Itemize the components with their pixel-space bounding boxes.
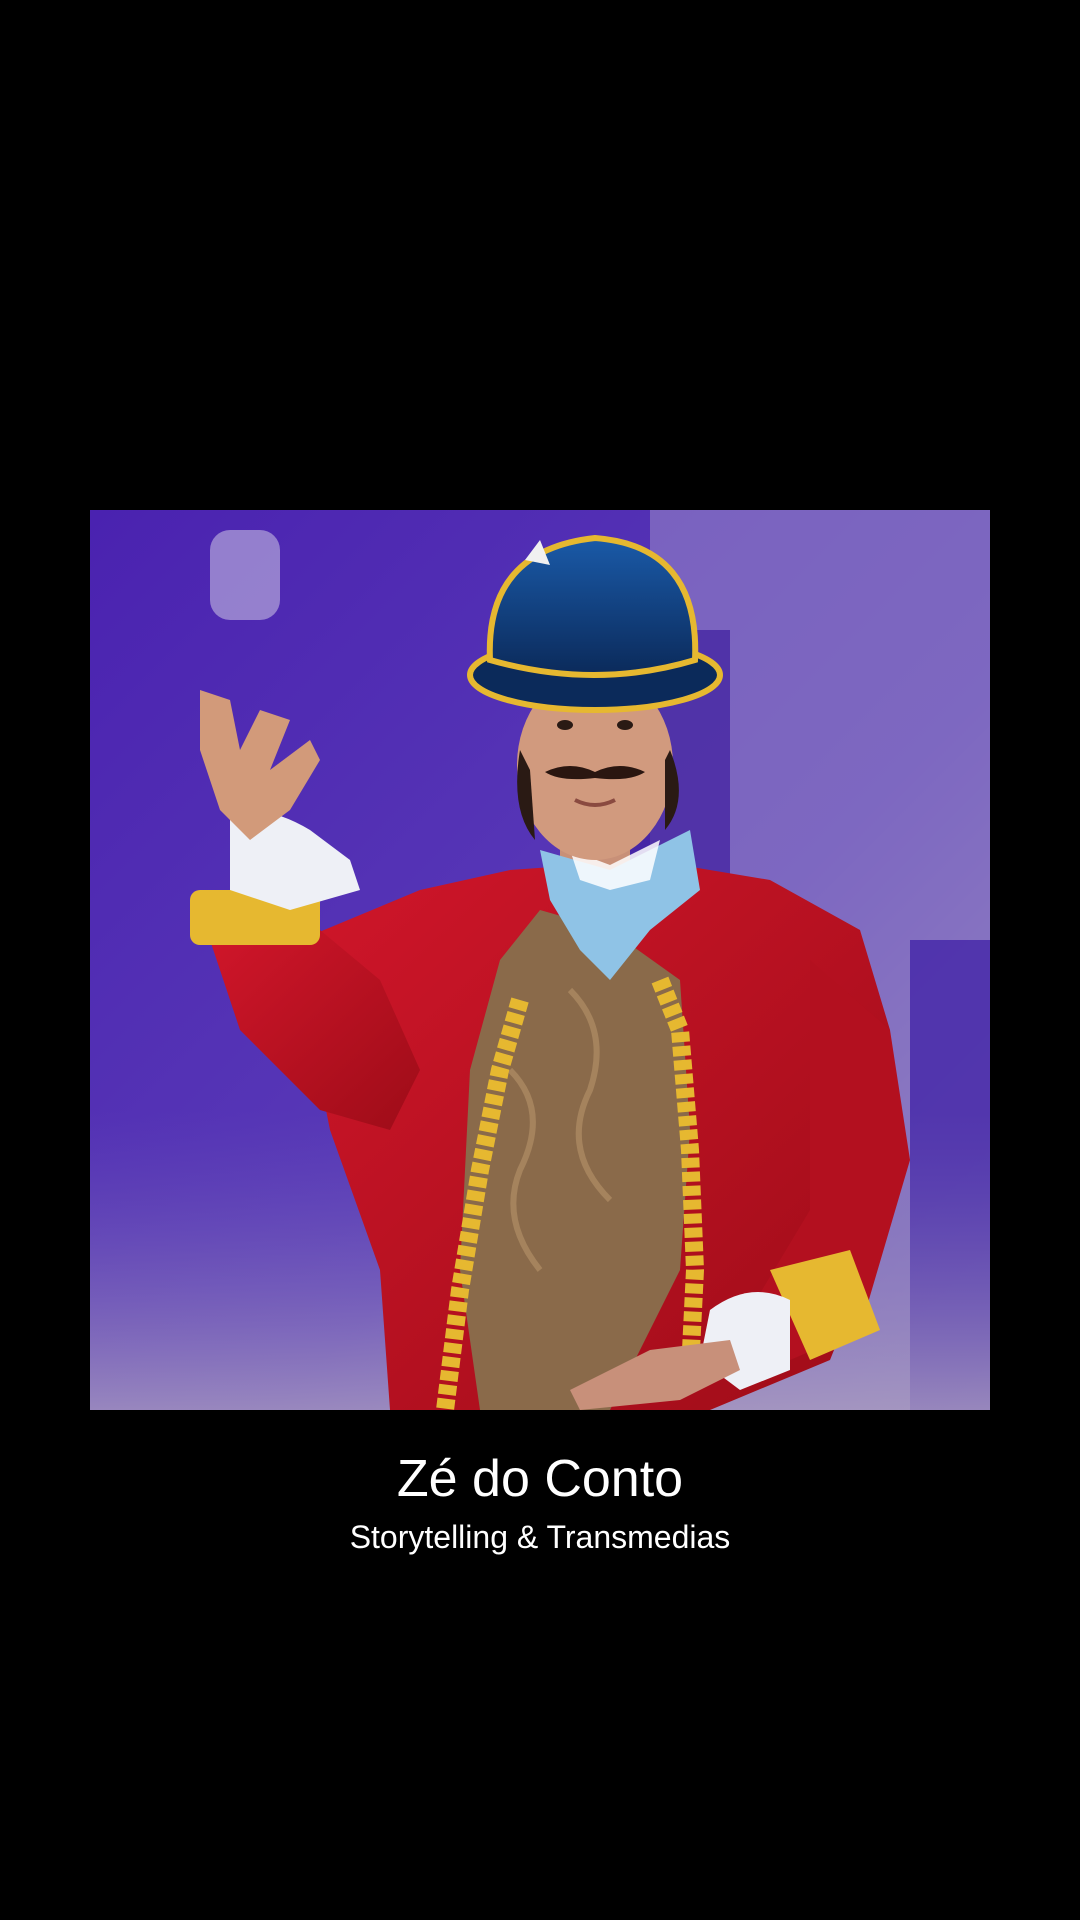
hero-photo — [90, 510, 990, 1410]
brand-subtitle: Storytelling & Transmedias — [349, 1519, 731, 1555]
caption: Zé do Conto Storytelling & Transmedias — [0, 1444, 1080, 1560]
performer-photo-illustration — [90, 510, 990, 1410]
splash-screen: Zé do Conto Storytelling & Transmedias — [0, 0, 1080, 1920]
brand-title: Zé do Conto — [396, 1450, 684, 1508]
